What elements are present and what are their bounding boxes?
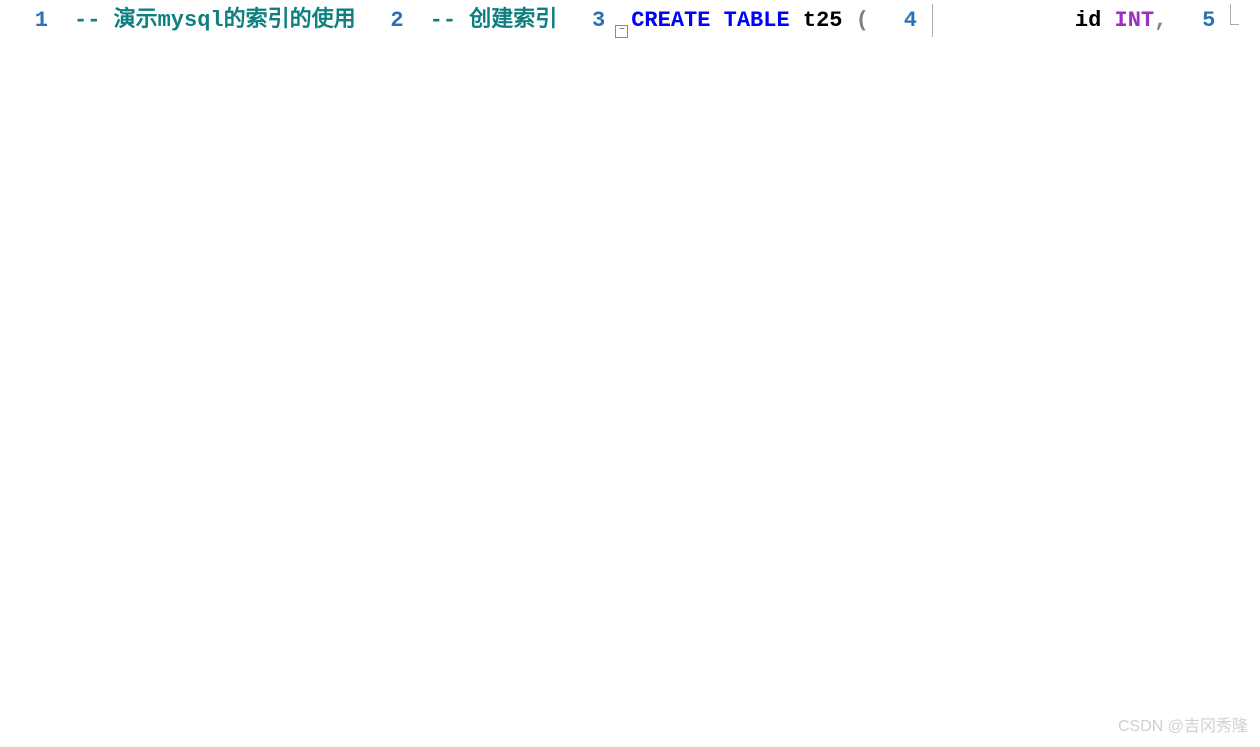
code-content: -- 演示mysql的索引的使用 <box>74 4 356 37</box>
line-number: 4 <box>869 4 927 37</box>
code-line: 1 -- 演示mysql的索引的使用 <box>0 4 356 37</box>
code-content: id INT, <box>943 4 1167 37</box>
token-comment: -- 创建索引 <box>430 8 558 33</box>
line-number: 5 <box>1167 4 1225 37</box>
fold-gutter <box>414 4 430 37</box>
code-content: `name` VARCHAR(32)); <box>1241 4 1260 37</box>
line-number: 2 <box>356 4 414 37</box>
token-ident: t25 <box>790 8 856 33</box>
token-symbol: , <box>1154 8 1167 33</box>
fold-gutter <box>927 4 943 37</box>
code-line: 2 -- 创建索引 <box>356 4 558 37</box>
watermark: CSDN @吉冈秀隆 <box>1118 715 1248 739</box>
code-content: -- 创建索引 <box>430 4 558 37</box>
code-line: 5 `name` VARCHAR(32)); <box>1167 4 1260 37</box>
line-number: 1 <box>0 4 58 37</box>
token-type: INT <box>1115 8 1155 33</box>
code-editor: 1 -- 演示mysql的索引的使用2 -- 创建索引3−CREATE TABLE … <box>0 0 1260 41</box>
code-content: CREATE TABLE t25 ( <box>631 4 869 37</box>
token-comment: -- 演示mysql的索引的使用 <box>74 8 356 33</box>
fold-gutter[interactable]: − <box>615 4 631 37</box>
token-keyword: CREATE TABLE <box>631 8 789 33</box>
fold-gutter <box>1225 4 1241 37</box>
code-line: 3−CREATE TABLE t25 ( <box>557 4 869 37</box>
line-number: 3 <box>557 4 615 37</box>
fold-gutter <box>58 4 74 37</box>
fold-collapse-icon[interactable]: − <box>615 25 628 38</box>
token-symbol: ( <box>856 8 869 33</box>
token-ident <box>1241 8 1260 33</box>
code-line: 4 id INT, <box>869 4 1167 37</box>
token-ident: id <box>943 8 1115 33</box>
